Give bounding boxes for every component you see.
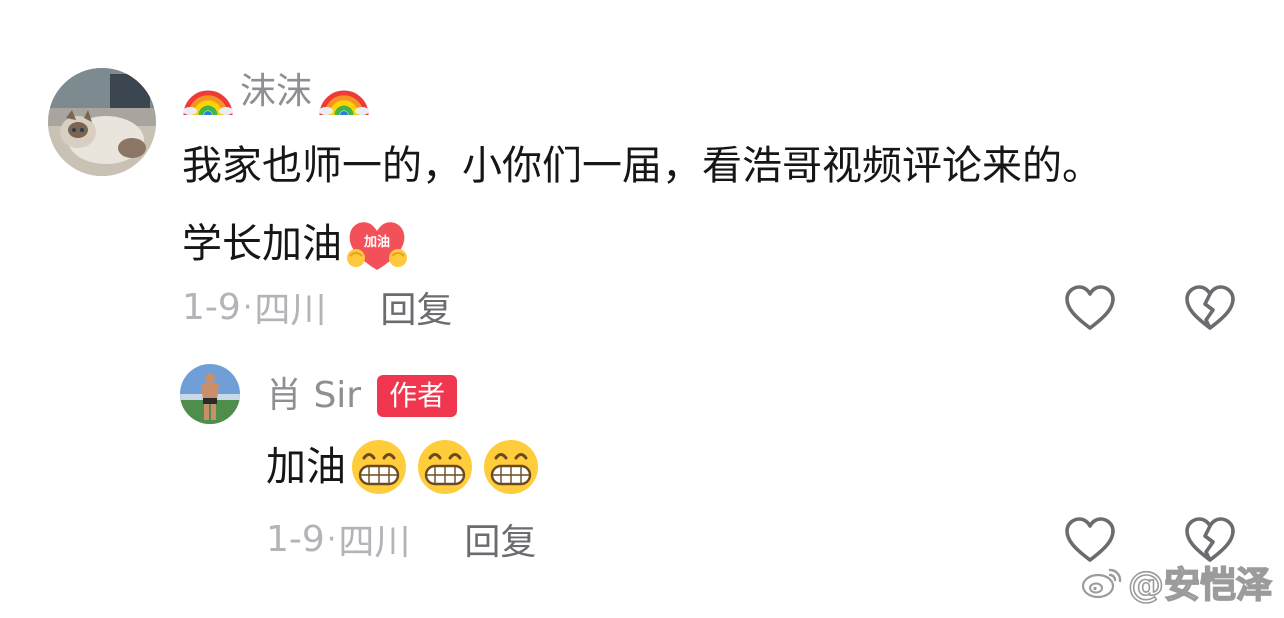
- cat-avatar-image: [48, 68, 156, 176]
- username[interactable]: 沫沫: [240, 74, 312, 110]
- avatar[interactable]: [48, 68, 156, 176]
- avatar[interactable]: [180, 364, 240, 424]
- reply-header: 肖 Sir 作者: [266, 370, 458, 422]
- reply-text-line: 加油: [266, 444, 346, 490]
- reply-text: 加油: [266, 438, 540, 496]
- emoji-text: 加油: [363, 234, 390, 250]
- grinning-face-emoji: [352, 440, 406, 494]
- rainbow-icon: [183, 90, 233, 116]
- comment-location: 四川: [254, 290, 327, 331]
- reply-location: 四川: [338, 522, 411, 563]
- comment-date: 1-9: [182, 286, 241, 328]
- author-badge: 作者: [377, 375, 458, 417]
- separator-dot: ·: [326, 521, 337, 557]
- watermark-text: @安恺泽: [1127, 564, 1273, 607]
- comment-header: 沫沫: [182, 66, 370, 118]
- watermark: @安恺泽: [1080, 556, 1273, 608]
- comment-text: 我家也师一的，小你们一届，看浩哥视频评论来的。: [182, 146, 1102, 186]
- reply-button[interactable]: 回复: [380, 281, 452, 333]
- like-button[interactable]: [1064, 284, 1116, 332]
- comment-meta: 1-9 · 四川 回复: [182, 281, 452, 333]
- broken-heart-icon: [1185, 285, 1235, 330]
- comment-text: 学长加油 加油: [182, 214, 410, 274]
- cheer-heart-emoji: 加油: [347, 222, 407, 270]
- dislike-button[interactable]: [1184, 284, 1236, 332]
- separator-dot: ·: [242, 289, 253, 325]
- author-avatar-image: [180, 364, 240, 424]
- reply-button[interactable]: 回复: [464, 513, 536, 565]
- reply-date: 1-9: [266, 518, 325, 560]
- heart-outline-icon: [1065, 285, 1115, 330]
- grinning-face-emoji: [418, 440, 472, 494]
- comment-text-line: 学长加油: [182, 221, 342, 267]
- reply-meta: 1-9 · 四川 回复: [266, 513, 536, 565]
- weibo-logo: [1081, 568, 1122, 599]
- author-username[interactable]: 肖 Sir: [266, 378, 361, 414]
- rainbow-icon: [319, 90, 370, 116]
- grinning-face-emoji: [484, 440, 538, 494]
- comment-text-line: 我家也师一的，小你们一届，看浩哥视频评论来的。: [182, 143, 1102, 189]
